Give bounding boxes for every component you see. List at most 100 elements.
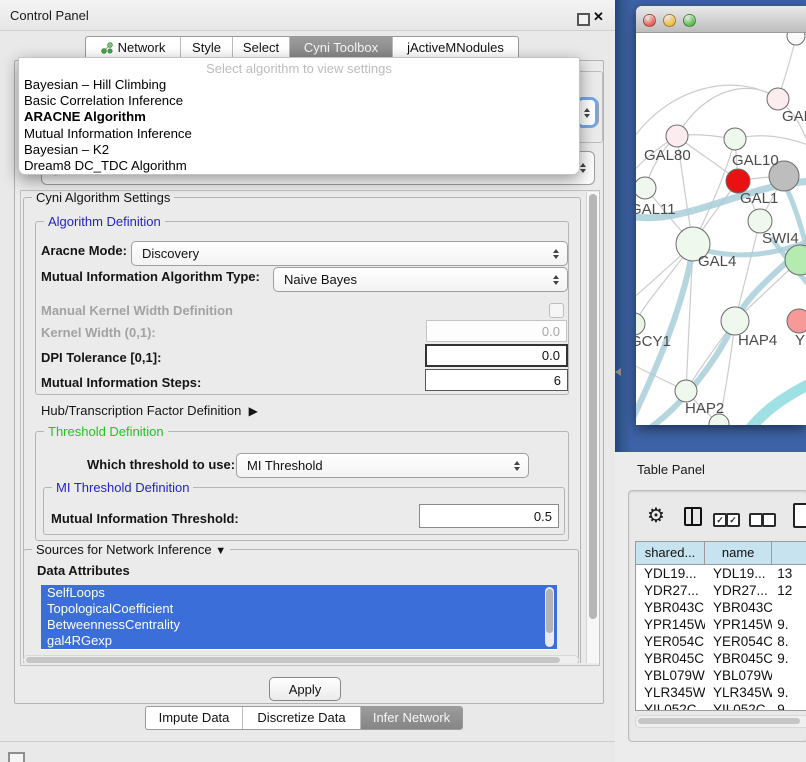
network-view-window[interactable]: GALGAL80GAL10GAL1GAL11SWI4GAL4GCY1HAP4YH… [636, 6, 806, 425]
tab-select[interactable]: Select [232, 37, 289, 59]
close-panel-icon[interactable]: ✕ [593, 9, 604, 25]
settings-horizontal-scrollbar[interactable] [23, 655, 579, 663]
splitter-collapse-icon[interactable] [611, 368, 621, 376]
apply-button[interactable]: Apply [269, 677, 341, 701]
list-scrollbar[interactable] [545, 587, 554, 647]
table-panel-region: Table Panel ⚙ ✓ ✓ shared...name YDL19...… [615, 452, 806, 762]
tab-infer-network[interactable]: Infer Network [360, 707, 462, 729]
table-row[interactable]: YDL19...YDL19...13 [636, 565, 806, 582]
table-horizontal-scrollbar[interactable] [635, 715, 806, 728]
column-view-icon[interactable] [684, 507, 702, 526]
network-icon [101, 42, 113, 54]
dropdown-item[interactable]: Mutual Information Inference [19, 126, 579, 142]
table-row[interactable]: YPR145WYPR145W9. [636, 616, 806, 633]
minimize-window-button[interactable] [663, 14, 676, 27]
dropdown-item[interactable]: ARACNE Algorithm [19, 109, 579, 125]
float-panel-icon[interactable] [577, 13, 590, 26]
tab-cyni-toolbox[interactable]: Cyni Toolbox [289, 37, 392, 59]
deselect-all-icon[interactable] [749, 513, 763, 527]
node-gcy1[interactable] [636, 313, 645, 335]
algorithm-dropdown-popup: Select algorithm to view settings Bayesi… [18, 57, 580, 175]
select-all-icon[interactable]: ✓ [713, 513, 727, 527]
node-gal-top[interactable] [767, 88, 789, 110]
combo-stepper-icon [509, 454, 525, 477]
mi-threshold-field[interactable]: 0.5 [419, 504, 559, 528]
group-title: MI Threshold Definition [52, 480, 193, 495]
node-gal10[interactable] [724, 128, 746, 150]
table-row[interactable]: YBR045CYBR045C9. [636, 650, 806, 667]
node-salmon[interactable] [787, 309, 806, 333]
dropdown-item[interactable]: Basic Correlation Inference [19, 93, 579, 109]
close-window-button[interactable] [643, 14, 656, 27]
node-hap4[interactable] [721, 307, 749, 335]
node-gal4-label: GAL4 [698, 253, 736, 270]
settings-vertical-scrollbar[interactable] [586, 192, 599, 663]
table-header-row: shared...name [636, 542, 806, 565]
mi-algorithm-type-combo[interactable]: Naive Bayes [273, 267, 568, 292]
node-hap2[interactable] [675, 380, 697, 402]
node-table[interactable]: shared...name YDL19...YDL19...13YDR27...… [635, 541, 806, 711]
manual-kernel-width-checkbox[interactable] [549, 303, 564, 318]
attribute-item[interactable]: BetweennessCentrality [41, 617, 557, 633]
deselect-all-icon[interactable] [762, 513, 776, 527]
network-canvas[interactable]: GALGAL80GAL10GAL1GAL11SWI4GAL4GCY1HAP4YH… [636, 33, 806, 425]
dpi-tolerance-field[interactable]: 0.0 [425, 344, 568, 367]
node-gal80-label: GAL80 [644, 147, 691, 164]
zoom-window-button[interactable] [683, 14, 696, 27]
column-header[interactable]: name [705, 542, 772, 564]
group-title: Algorithm Definition [44, 214, 165, 229]
mi-steps-label: Mutual Information Steps: [41, 375, 201, 390]
tab-discretize-data[interactable]: Discretize Data [242, 707, 360, 729]
float-cytopanel-icon[interactable] [8, 752, 25, 762]
mi-steps-field[interactable]: 6 [425, 369, 568, 391]
tab-style[interactable]: Style [180, 37, 232, 59]
dropdown-item[interactable]: Bayesian – Hill Climbing [19, 77, 579, 93]
network-edge-thick [750, 381, 806, 425]
aracne-mode-combo[interactable]: Discovery [131, 241, 568, 266]
tab-impute-data[interactable]: Impute Data [146, 707, 242, 729]
table-row[interactable]: YBR043CYBR043C [636, 599, 806, 616]
column-header[interactable] [772, 542, 806, 564]
select-all-icon[interactable]: ✓ [726, 513, 740, 527]
which-threshold-combo[interactable]: MI Threshold [236, 453, 529, 478]
which-threshold-label: Which threshold to use: [87, 457, 235, 472]
mi-threshold-label: Mutual Information Threshold: [51, 511, 239, 526]
dropdown-item[interactable]: Bayesian – K2 [19, 142, 579, 158]
attribute-item[interactable]: SelfLoops [41, 585, 557, 601]
table-row[interactable]: YIL052CYIL052C9. [636, 701, 806, 711]
network-edge [636, 85, 778, 146]
node-salmon-label: Y [795, 332, 805, 349]
node-partial-corner[interactable] [787, 33, 805, 45]
table-row[interactable]: YDR27...YDR27...12 [636, 582, 806, 599]
manual-kernel-width-label: Manual Kernel Width Definition [41, 303, 233, 318]
group-title: Cyni Algorithm Settings [32, 191, 174, 205]
node-hap2-label: HAP2 [685, 400, 724, 417]
dropdown-placeholder: Select algorithm to view settings [19, 60, 579, 77]
network-window-titlebar[interactable] [636, 6, 806, 33]
table-row[interactable]: YLR345WYLR345W9. [636, 684, 806, 701]
attribute-item[interactable]: gal4RGexp [41, 633, 557, 649]
sources-group-title[interactable]: Sources for Network Inference ▼ [32, 542, 230, 557]
document-icon[interactable] [793, 503, 806, 528]
node-gal11[interactable] [636, 177, 656, 199]
kernel-width-label: Kernel Width (0,1): [41, 325, 156, 340]
attribute-item[interactable]: TopologicalCoefficient [41, 601, 557, 617]
tab-network[interactable]: Network [86, 37, 180, 59]
node-hap4-label: HAP4 [738, 332, 777, 349]
table-row[interactable]: YER054CYER054C8. [636, 633, 806, 650]
hub-definition-expander[interactable]: Hub/Transcription Factor Definition ▶ [41, 403, 258, 418]
node-gal11-label: GAL11 [636, 201, 676, 218]
dropdown-item[interactable]: Dream8 DC_TDC Algorithm [19, 158, 579, 174]
gear-icon[interactable]: ⚙ [647, 503, 665, 528]
table-panel-title: Table Panel [637, 462, 705, 477]
data-attributes-label: Data Attributes [37, 563, 130, 578]
control-panel-titlebar: Control Panel ✕ [0, 0, 615, 31]
node-gal10-label: GAL10 [732, 152, 779, 169]
node-gal80[interactable] [666, 125, 688, 147]
column-header[interactable]: shared... [636, 542, 705, 564]
network-edge [677, 88, 778, 136]
table-row[interactable]: YBL079WYBL079W [636, 667, 806, 684]
tab-jactivemnodules[interactable]: jActiveMNodules [392, 37, 518, 59]
data-attributes-list[interactable]: SelfLoopsTopologicalCoefficientBetweenne… [41, 585, 557, 650]
kernel-width-field[interactable]: 0.0 [426, 320, 567, 342]
